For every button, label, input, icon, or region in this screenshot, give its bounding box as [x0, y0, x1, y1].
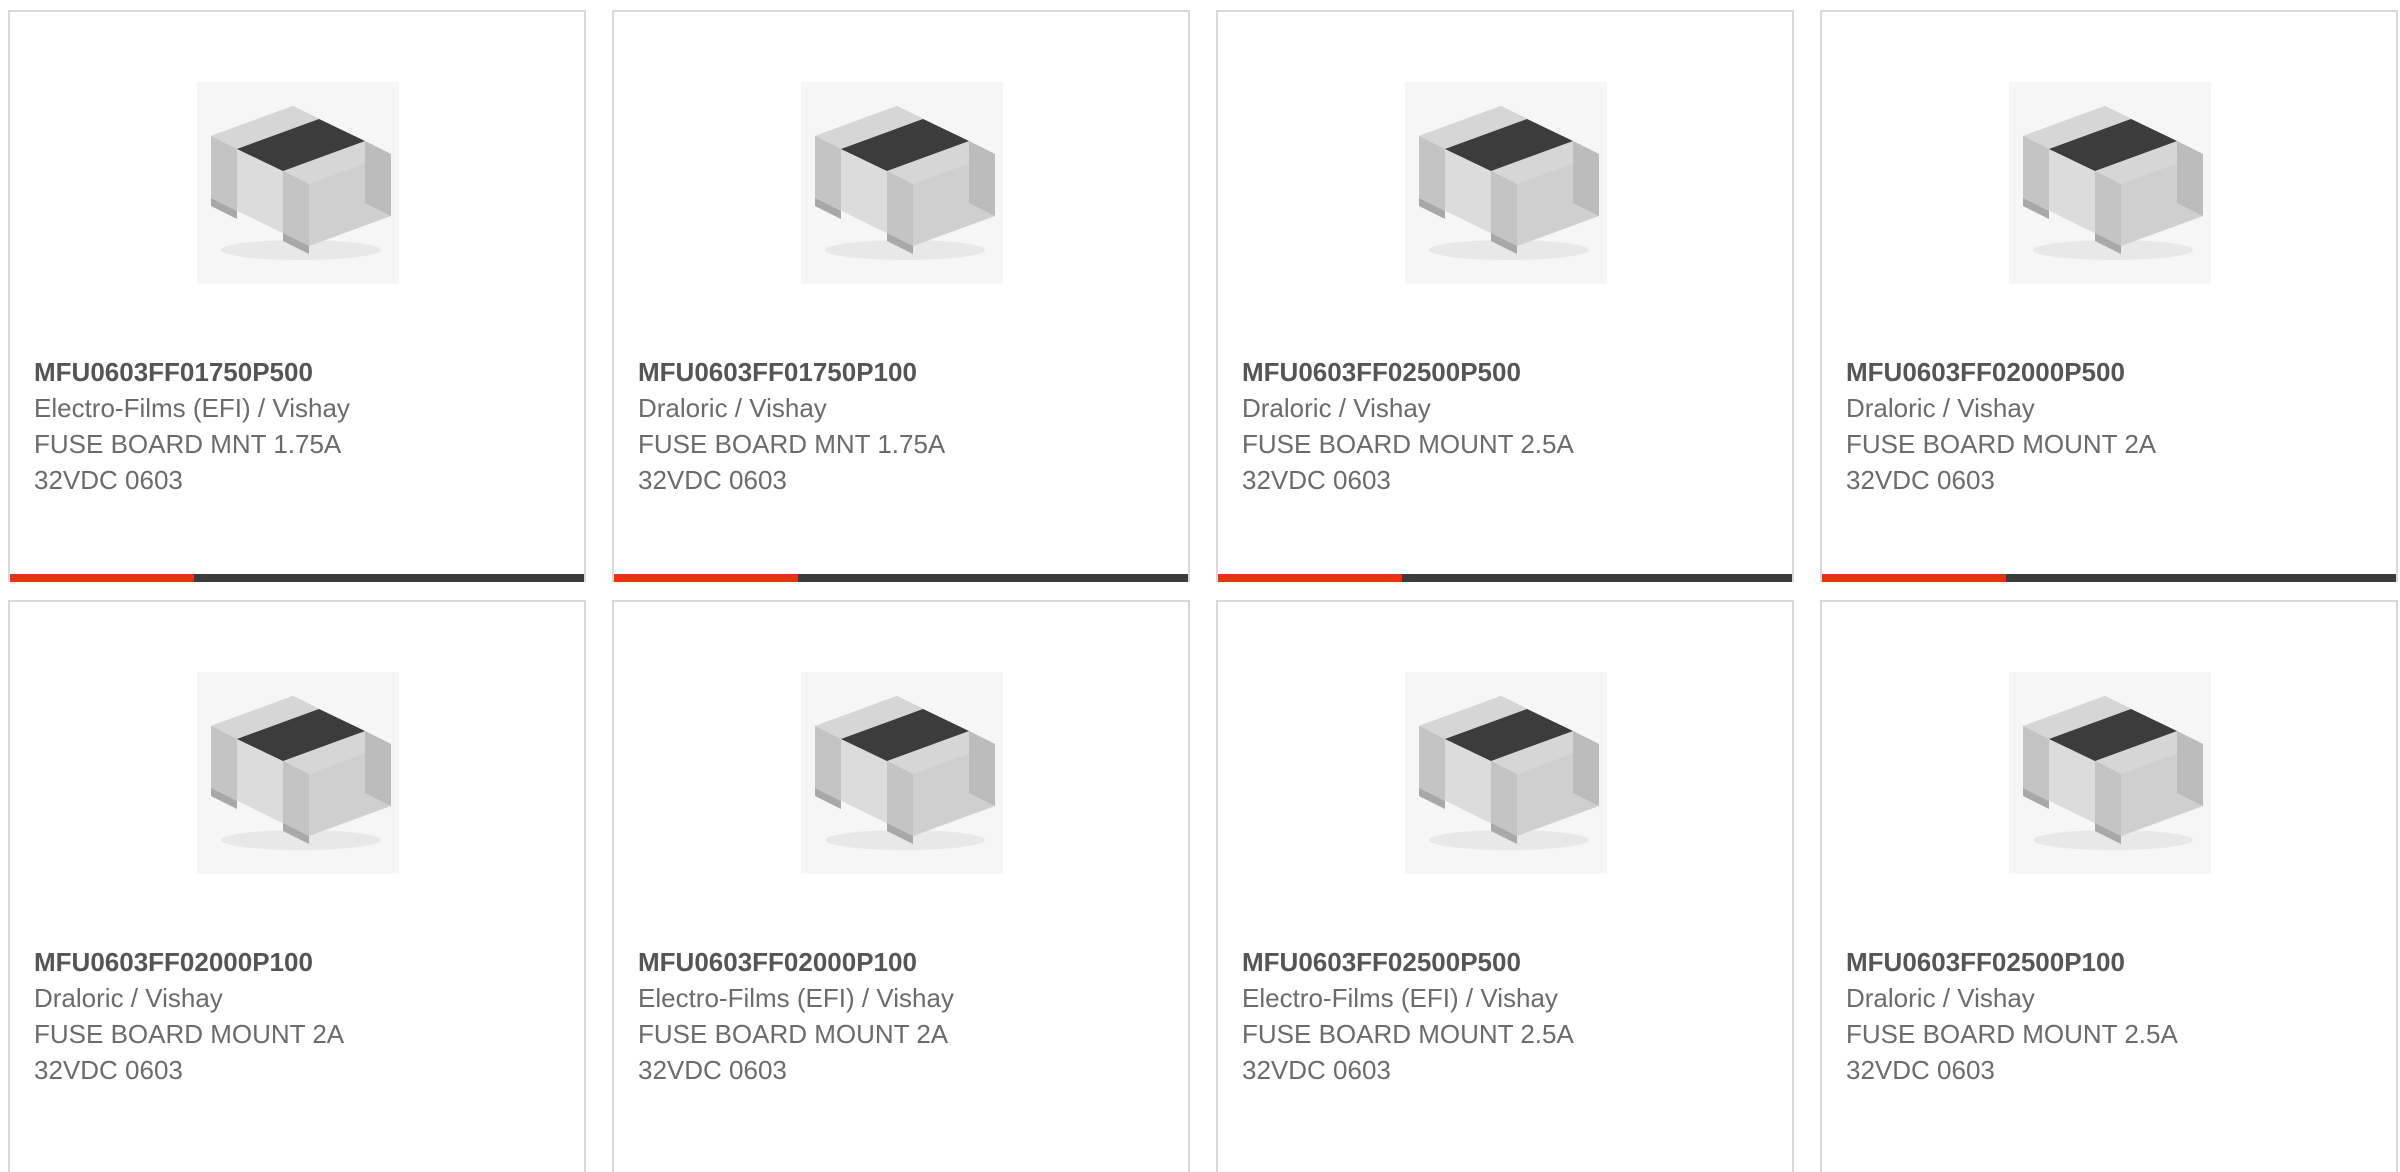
product-card[interactable]: MFU0603FF02500P500 Draloric / Vishay FUS…	[1216, 10, 1794, 582]
part-number-link[interactable]: MFU0603FF02000P100	[34, 944, 564, 980]
product-description: FUSE BOARD MNT 1.75A 32VDC 0603	[638, 429, 944, 495]
product-info: MFU0603FF02500P100 Draloric / Vishay FUS…	[1846, 944, 2376, 1088]
product-info: MFU0603FF02500P500 Draloric / Vishay FUS…	[1242, 354, 1772, 498]
product-image[interactable]	[801, 82, 1003, 284]
product-image[interactable]	[197, 672, 399, 874]
product-image[interactable]	[801, 672, 1003, 874]
product-card[interactable]: MFU0603FF02000P100 Draloric / Vishay FUS…	[8, 600, 586, 1172]
product-info: MFU0603FF02000P500 Draloric / Vishay FUS…	[1846, 354, 2376, 498]
manufacturer-label: Draloric / Vishay	[1846, 393, 2035, 423]
product-image[interactable]	[1405, 672, 1607, 874]
part-number-link[interactable]: MFU0603FF01750P100	[638, 354, 1168, 390]
progress-fill	[1218, 574, 1402, 582]
product-description: FUSE BOARD MOUNT 2A 32VDC 0603	[638, 1019, 947, 1085]
product-description: FUSE BOARD MOUNT 2.5A 32VDC 0603	[1846, 1019, 2177, 1085]
product-info: MFU0603FF02000P100 Electro-Films (EFI) /…	[638, 944, 1168, 1088]
part-number-link[interactable]: MFU0603FF02500P500	[1242, 354, 1772, 390]
part-number-link[interactable]: MFU0603FF02000P100	[638, 944, 1168, 980]
product-card[interactable]: MFU0603FF02500P500 Electro-Films (EFI) /…	[1216, 600, 1794, 1172]
progress-bar	[1822, 574, 2396, 582]
product-image[interactable]	[1405, 82, 1607, 284]
product-image[interactable]	[197, 82, 399, 284]
product-info: MFU0603FF02500P500 Electro-Films (EFI) /…	[1242, 944, 1772, 1088]
product-description: FUSE BOARD MOUNT 2.5A 32VDC 0603	[1242, 1019, 1573, 1085]
product-grid: MFU0603FF01750P500 Electro-Films (EFI) /…	[8, 10, 2398, 1172]
product-description: FUSE BOARD MNT 1.75A 32VDC 0603	[34, 429, 340, 495]
product-card[interactable]: MFU0603FF02000P100 Electro-Films (EFI) /…	[612, 600, 1190, 1172]
part-number-link[interactable]: MFU0603FF01750P500	[34, 354, 564, 390]
progress-bar	[10, 574, 584, 582]
progress-bar	[614, 574, 1188, 582]
product-card[interactable]: MFU0603FF02000P500 Draloric / Vishay FUS…	[1820, 10, 2398, 582]
progress-fill	[10, 574, 194, 582]
progress-fill	[614, 574, 798, 582]
manufacturer-label: Electro-Films (EFI) / Vishay	[638, 983, 954, 1013]
manufacturer-label: Draloric / Vishay	[1846, 983, 2035, 1013]
progress-bar	[1218, 574, 1792, 582]
product-image[interactable]	[2009, 672, 2211, 874]
product-description: FUSE BOARD MOUNT 2A 32VDC 0603	[34, 1019, 343, 1085]
part-number-link[interactable]: MFU0603FF02000P500	[1846, 354, 2376, 390]
manufacturer-label: Electro-Films (EFI) / Vishay	[34, 393, 350, 423]
product-info: MFU0603FF02000P100 Draloric / Vishay FUS…	[34, 944, 564, 1088]
manufacturer-label: Draloric / Vishay	[638, 393, 827, 423]
product-description: FUSE BOARD MOUNT 2A 32VDC 0603	[1846, 429, 2155, 495]
product-card[interactable]: MFU0603FF01750P500 Electro-Films (EFI) /…	[8, 10, 586, 582]
progress-fill	[1822, 574, 2006, 582]
product-card[interactable]: MFU0603FF02500P100 Draloric / Vishay FUS…	[1820, 600, 2398, 1172]
part-number-link[interactable]: MFU0603FF02500P500	[1242, 944, 1772, 980]
part-number-link[interactable]: MFU0603FF02500P100	[1846, 944, 2376, 980]
product-card[interactable]: MFU0603FF01750P100 Draloric / Vishay FUS…	[612, 10, 1190, 582]
product-info: MFU0603FF01750P100 Draloric / Vishay FUS…	[638, 354, 1168, 498]
manufacturer-label: Draloric / Vishay	[34, 983, 223, 1013]
manufacturer-label: Electro-Films (EFI) / Vishay	[1242, 983, 1558, 1013]
product-description: FUSE BOARD MOUNT 2.5A 32VDC 0603	[1242, 429, 1573, 495]
product-image[interactable]	[2009, 82, 2211, 284]
product-info: MFU0603FF01750P500 Electro-Films (EFI) /…	[34, 354, 564, 498]
manufacturer-label: Draloric / Vishay	[1242, 393, 1431, 423]
